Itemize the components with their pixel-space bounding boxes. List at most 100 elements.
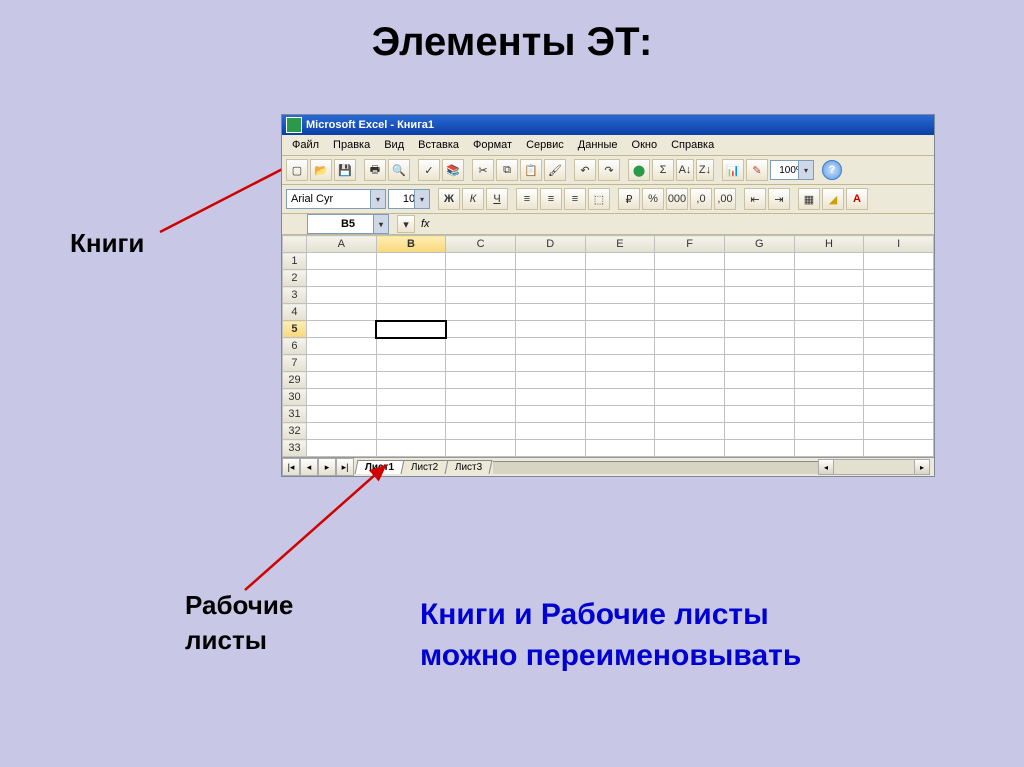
dec-indent-button[interactable]: ⇤ xyxy=(744,188,766,210)
row-header[interactable]: 7 xyxy=(283,355,307,372)
menu-data[interactable]: Данные xyxy=(572,137,624,153)
italic-button[interactable]: К xyxy=(462,188,484,210)
borders-button[interactable]: ▦ xyxy=(798,188,820,210)
bold-button[interactable]: Ж xyxy=(438,188,460,210)
row-header[interactable]: 4 xyxy=(283,304,307,321)
percent-button[interactable]: % xyxy=(642,188,664,210)
fill-color-button[interactable]: ◢ xyxy=(822,188,844,210)
menu-view[interactable]: Вид xyxy=(378,137,410,153)
copy-button[interactable]: ⧉ xyxy=(496,159,518,181)
col-header-G[interactable]: G xyxy=(724,236,794,253)
excel-window: Microsoft Excel - Книга1 Файл Правка Вид… xyxy=(281,114,935,477)
font-name-select[interactable]: Arial Cyr ▾ xyxy=(286,189,386,209)
titlebar: Microsoft Excel - Книга1 xyxy=(282,115,934,135)
toolbar-formatting: Arial Cyr ▾ 10 ▾ Ж К Ч ≡ ≡ ≡ ⬚ ₽ % 000 ,… xyxy=(282,185,934,214)
row-header[interactable]: 3 xyxy=(283,287,307,304)
window-title: Microsoft Excel - Книга1 xyxy=(306,119,434,131)
formula-input[interactable] xyxy=(430,215,934,233)
spell-button[interactable]: ✓ xyxy=(418,159,440,181)
sheet-tabs-row: |◂ ◂ ▸ ▸| Лист1 Лист2 Лист3 ◂ ▸ xyxy=(282,457,934,476)
inc-indent-button[interactable]: ⇥ xyxy=(768,188,790,210)
new-button[interactable]: ▢ xyxy=(286,159,308,181)
menu-window[interactable]: Окно xyxy=(626,137,664,153)
select-all-corner[interactable] xyxy=(283,236,307,253)
menu-file[interactable]: Файл xyxy=(286,137,325,153)
comma-button[interactable]: 000 xyxy=(666,188,688,210)
row-header[interactable]: 32 xyxy=(283,423,307,440)
col-header-F[interactable]: F xyxy=(655,236,725,253)
formula-bar-row: B5 ▾ ▾ fx xyxy=(282,214,934,235)
menu-insert[interactable]: Вставка xyxy=(412,137,465,153)
chevron-down-icon: ▾ xyxy=(373,215,388,233)
app-icon xyxy=(286,117,302,133)
tab-strip-filler xyxy=(493,461,818,474)
sheet-tab-1[interactable]: Лист1 xyxy=(355,460,405,474)
row-header[interactable]: 31 xyxy=(283,406,307,423)
arrow-to-sheet-tabs xyxy=(235,460,395,600)
tab-nav-next[interactable]: ▸ xyxy=(318,458,336,476)
row-header[interactable]: 1 xyxy=(283,253,307,270)
menu-edit[interactable]: Правка xyxy=(327,137,376,153)
help-button[interactable]: ? xyxy=(822,160,842,180)
open-button[interactable]: 📂 xyxy=(310,159,332,181)
currency-button[interactable]: ₽ xyxy=(618,188,640,210)
chart-button[interactable]: 📊 xyxy=(722,159,744,181)
toolbar-standard: ▢ 📂 💾 🖶 🔍 ✓ 📚 ✂ ⧉ 📋 🖌 ↶ ↷ ⬤ Σ A↓ Z↓ 📊 ✎ … xyxy=(282,156,934,185)
menubar: Файл Правка Вид Вставка Формат Сервис Да… xyxy=(282,135,934,156)
col-header-B[interactable]: B xyxy=(376,236,446,253)
preview-button[interactable]: 🔍 xyxy=(388,159,410,181)
sort-asc-button[interactable]: A↓ xyxy=(676,159,694,181)
print-button[interactable]: 🖶 xyxy=(364,159,386,181)
horizontal-scrollbar[interactable]: ◂ ▸ xyxy=(818,459,930,475)
underline-button[interactable]: Ч xyxy=(486,188,508,210)
drawing-button[interactable]: ✎ xyxy=(746,159,768,181)
undo-button[interactable]: ↶ xyxy=(574,159,596,181)
tab-nav-first[interactable]: |◂ xyxy=(282,458,300,476)
menu-tools[interactable]: Сервис xyxy=(520,137,570,153)
scroll-right-button[interactable]: ▸ xyxy=(914,460,929,474)
dec-decimal-button[interactable]: ,00 xyxy=(714,188,736,210)
cancel-formula-button[interactable]: ▾ xyxy=(397,215,415,233)
row-header[interactable]: 33 xyxy=(283,440,307,457)
row-header[interactable]: 5 xyxy=(283,321,307,338)
chevron-down-icon: ▾ xyxy=(370,190,385,208)
col-header-I[interactable]: I xyxy=(864,236,934,253)
col-header-D[interactable]: D xyxy=(515,236,585,253)
tab-nav-prev[interactable]: ◂ xyxy=(300,458,318,476)
align-center-button[interactable]: ≡ xyxy=(540,188,562,210)
col-header-C[interactable]: C xyxy=(446,236,516,253)
spreadsheet-grid[interactable]: A B C D E F G H I 1 2 3 4 5 6 7 29 30 31… xyxy=(282,235,934,457)
row-header[interactable]: 29 xyxy=(283,372,307,389)
redo-button[interactable]: ↷ xyxy=(598,159,620,181)
sheet-tab-2[interactable]: Лист2 xyxy=(401,460,449,474)
row-header[interactable]: 30 xyxy=(283,389,307,406)
align-right-button[interactable]: ≡ xyxy=(564,188,586,210)
slide-note: Книги и Рабочие листы можно переименовыв… xyxy=(420,595,801,676)
paste-button[interactable]: 📋 xyxy=(520,159,542,181)
format-painter-button[interactable]: 🖌 xyxy=(544,159,566,181)
col-header-H[interactable]: H xyxy=(794,236,864,253)
row-header[interactable]: 2 xyxy=(283,270,307,287)
scroll-left-button[interactable]: ◂ xyxy=(819,460,834,474)
font-size-select[interactable]: 10 ▾ xyxy=(388,189,430,209)
name-box[interactable]: B5 ▾ xyxy=(307,214,389,234)
sheet-tab-3[interactable]: Лист3 xyxy=(445,460,493,474)
menu-format[interactable]: Формат xyxy=(467,137,518,153)
font-color-button[interactable]: A xyxy=(846,188,868,210)
research-button[interactable]: 📚 xyxy=(442,159,464,181)
align-left-button[interactable]: ≡ xyxy=(516,188,538,210)
menu-help[interactable]: Справка xyxy=(665,137,720,153)
row-header[interactable]: 6 xyxy=(283,338,307,355)
merge-button[interactable]: ⬚ xyxy=(588,188,610,210)
cut-button[interactable]: ✂ xyxy=(472,159,494,181)
col-header-E[interactable]: E xyxy=(585,236,655,253)
sort-desc-button[interactable]: Z↓ xyxy=(696,159,714,181)
col-header-A[interactable]: A xyxy=(306,236,376,253)
inc-decimal-button[interactable]: ,0 xyxy=(690,188,712,210)
active-cell[interactable] xyxy=(376,321,446,338)
tab-nav-last[interactable]: ▸| xyxy=(336,458,354,476)
autosum-button[interactable]: Σ xyxy=(652,159,674,181)
save-button[interactable]: 💾 xyxy=(334,159,356,181)
zoom-select[interactable]: 100%▾ xyxy=(770,160,814,180)
hyperlink-button[interactable]: ⬤ xyxy=(628,159,650,181)
